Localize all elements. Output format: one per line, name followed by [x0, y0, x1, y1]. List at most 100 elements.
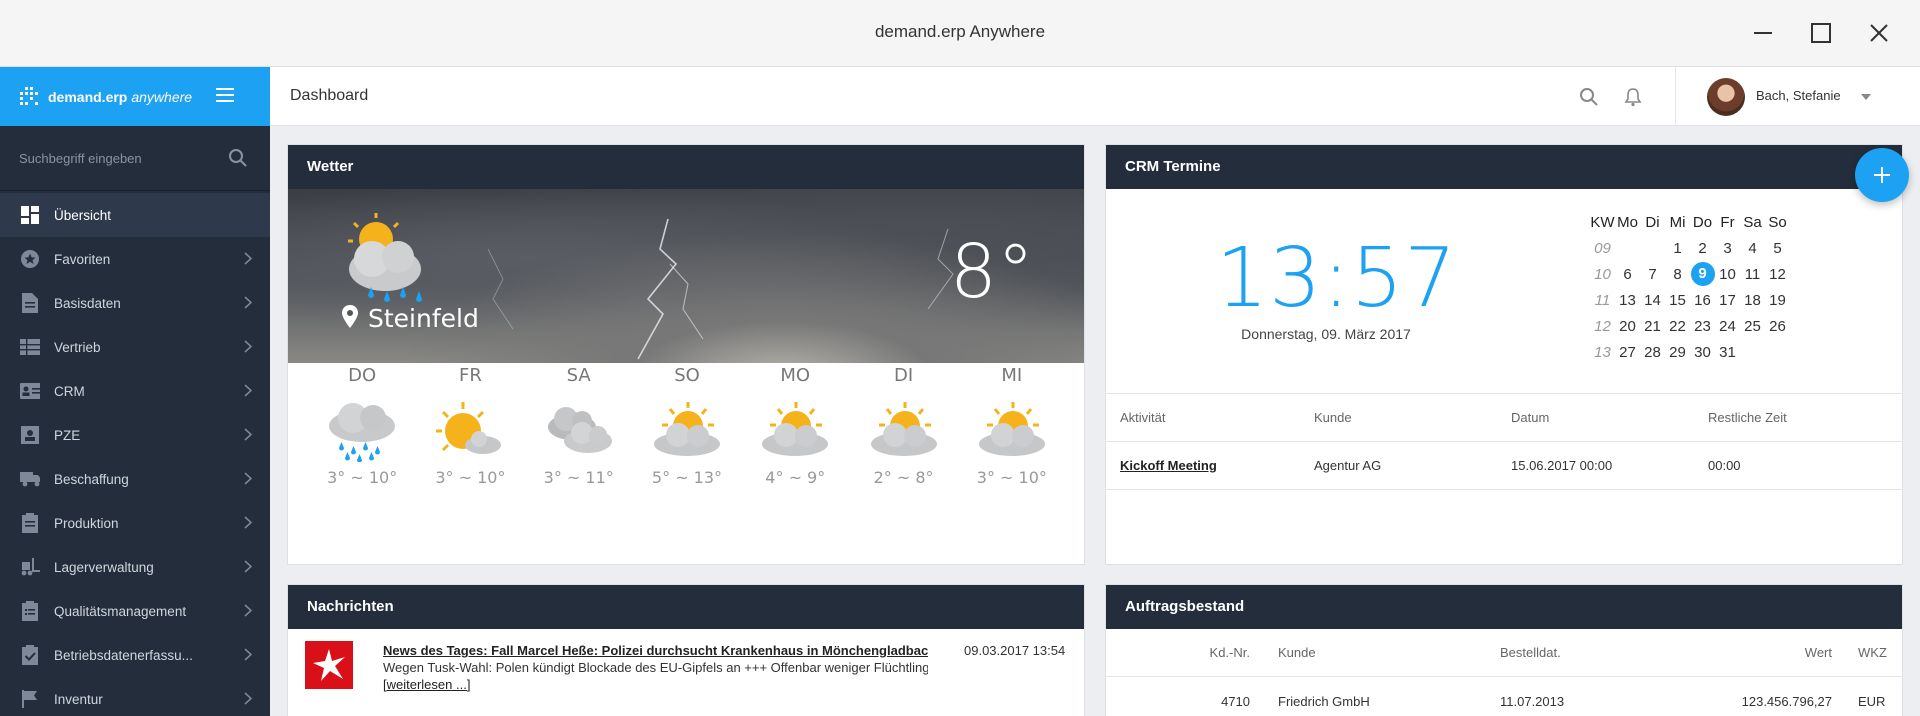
calendar-day[interactable] [1740, 339, 1765, 365]
calendar-day[interactable]: 18 [1740, 287, 1765, 313]
close-button[interactable] [1862, 16, 1896, 50]
hamburger-menu-icon[interactable] [216, 87, 236, 103]
calendar-day[interactable] [1640, 235, 1665, 261]
calendar-day[interactable]: 7 [1640, 261, 1665, 287]
calendar-day-today[interactable]: 9 [1690, 261, 1715, 287]
calendar-day[interactable]: 30 [1690, 339, 1715, 365]
forecast-day-name: MO [780, 365, 811, 386]
chevron-right-icon [244, 692, 252, 705]
column-header[interactable]: WKZ [1858, 645, 1887, 660]
calendar-day[interactable]: 28 [1640, 339, 1665, 365]
sidebar-item-lagerverwaltung[interactable]: Lagerverwaltung [0, 545, 270, 589]
weather-city: Steinfeld [368, 304, 479, 333]
news-headline-link[interactable]: News des Tages: Fall Marcel Heße: Polize… [383, 643, 928, 658]
calendar-day[interactable]: 31 [1715, 339, 1740, 365]
remaining-time-cell: 00:00 [1708, 458, 1741, 473]
sidebar-item-beschaffung[interactable]: Beschaffung [0, 457, 270, 501]
column-header[interactable]: Aktivität [1106, 410, 1302, 425]
forecast-day: DI 2° ~ 8° [854, 363, 954, 487]
maximize-button[interactable] [1804, 16, 1838, 50]
calendar-day[interactable]: 15 [1665, 287, 1690, 313]
table-row[interactable]: Kickoff Meeting Agentur AG 15.06.2017 00… [1106, 442, 1902, 490]
stern-logo-icon [305, 641, 353, 689]
calendar-day[interactable]: 2 [1690, 235, 1715, 261]
calendar-day[interactable]: 27 [1615, 339, 1640, 365]
top-header: Dashboard Bach, Stefanie [270, 67, 1920, 126]
calendar-day[interactable]: 4 [1740, 235, 1765, 261]
add-button[interactable] [1855, 148, 1909, 202]
forecast-day-name: DI [893, 365, 914, 386]
calendar-day[interactable]: 19 [1765, 287, 1790, 313]
chevron-right-icon [244, 384, 252, 397]
calendar-day[interactable]: 11 [1740, 261, 1765, 287]
calendar-day[interactable] [1615, 235, 1640, 261]
sidebar-item-favoriten[interactable]: Favoriten [0, 237, 270, 281]
calendar-day[interactable]: 16 [1690, 287, 1715, 313]
calendar-day[interactable]: 24 [1715, 313, 1740, 339]
location-pin-icon [342, 305, 358, 328]
brand-bar: demand.erp anywhere [0, 67, 270, 126]
minimize-icon [1754, 32, 1772, 34]
calendar-day[interactable]: 17 [1715, 287, 1740, 313]
caret-down-icon[interactable] [1861, 94, 1871, 100]
avatar[interactable] [1707, 78, 1745, 116]
sidebar-item-label: Qualitätsmanagement [54, 603, 187, 619]
forecast-temp-range: 2° ~ 8° [873, 468, 934, 487]
calendar-day[interactable]: 20 [1615, 313, 1640, 339]
sidebar-item-inventur[interactable]: Inventur [0, 677, 270, 716]
sidebar-item-produktion[interactable]: Produktion [0, 501, 270, 545]
column-header[interactable]: Datum [1499, 410, 1696, 425]
calendar-day[interactable]: 8 [1665, 261, 1690, 287]
page-title: Dashboard [290, 87, 369, 104]
search-icon[interactable] [228, 148, 248, 168]
calendar-day[interactable]: 5 [1765, 235, 1790, 261]
column-header[interactable]: Wert [1666, 645, 1832, 660]
sidebar-item-vertrieb[interactable]: Vertrieb [0, 325, 270, 369]
calendar-day[interactable]: 21 [1640, 313, 1665, 339]
sidebar-item-qualitaetsmanagement[interactable]: Qualitätsmanagement [0, 589, 270, 633]
search-icon[interactable] [1579, 87, 1599, 107]
bell-icon[interactable] [1624, 87, 1642, 107]
orders-card: Auftragsbestand Kd.-Nr. Kunde Bestelldat… [1105, 584, 1903, 716]
calendar-day[interactable]: 23 [1690, 313, 1715, 339]
sidebar: demand.erp anywhere Übersicht Favoriten … [0, 67, 270, 716]
calendar-day[interactable]: 12 [1765, 261, 1790, 287]
sidebar-item-uebersicht[interactable]: Übersicht [0, 193, 270, 237]
sidebar-item-crm[interactable]: CRM [0, 369, 270, 413]
sidebar-search-input[interactable] [19, 150, 219, 166]
sidebar-item-label: PZE [54, 427, 81, 443]
calendar-week-number: 09 [1594, 239, 1611, 257]
sidebar-item-label: Inventur [54, 691, 103, 707]
calendar-day[interactable]: 26 [1765, 313, 1790, 339]
calendar-day[interactable]: 29 [1665, 339, 1690, 365]
chevron-right-icon [244, 604, 252, 617]
activity-link[interactable]: Kickoff Meeting [1120, 458, 1217, 473]
calendar-week-number: 12 [1594, 317, 1611, 335]
calendar-week-row: 12 20 21 22 23 24 25 26 [1590, 313, 1790, 339]
user-name[interactable]: Bach, Stefanie [1756, 88, 1841, 103]
calendar-day[interactable]: 25 [1740, 313, 1765, 339]
calendar-day[interactable]: 1 [1665, 235, 1690, 261]
calendar-day[interactable]: 13 [1615, 287, 1640, 313]
sidebar-item-basisdaten[interactable]: Basisdaten [0, 281, 270, 325]
sidebar-item-betriebsdatenerfassung[interactable]: Betriebsdatenerfassu... [0, 633, 270, 677]
table-row[interactable]: 4710 Friedrich GmbH 11.07.2013 123.456.7… [1106, 677, 1902, 716]
sidebar-item-label: Betriebsdatenerfassu... [54, 647, 193, 663]
column-header[interactable]: Kunde [1278, 645, 1316, 660]
sidebar-item-label: Lagerverwaltung [54, 559, 154, 575]
read-more-link[interactable]: [weiterlesen ...] [383, 677, 470, 692]
column-header[interactable]: Restliche Zeit [1696, 410, 1896, 425]
calendar-day[interactable] [1765, 339, 1790, 365]
news-card: Nachrichten News des Tages: Fall Marcel … [287, 584, 1085, 716]
calendar-day[interactable]: 10 [1715, 261, 1740, 287]
column-header[interactable]: Bestelldat. [1500, 645, 1561, 660]
sidebar-item-pze[interactable]: PZE [0, 413, 270, 457]
calendar-day[interactable]: 14 [1640, 287, 1665, 313]
minimize-button[interactable] [1746, 16, 1780, 50]
calendar-day[interactable]: 22 [1665, 313, 1690, 339]
sidebar-item-label: Übersicht [54, 207, 112, 223]
column-header[interactable]: Kunde [1302, 410, 1499, 425]
calendar-day[interactable]: 6 [1615, 261, 1640, 287]
calendar-day[interactable]: 3 [1715, 235, 1740, 261]
column-header[interactable]: Kd.-Nr. [1106, 645, 1250, 660]
